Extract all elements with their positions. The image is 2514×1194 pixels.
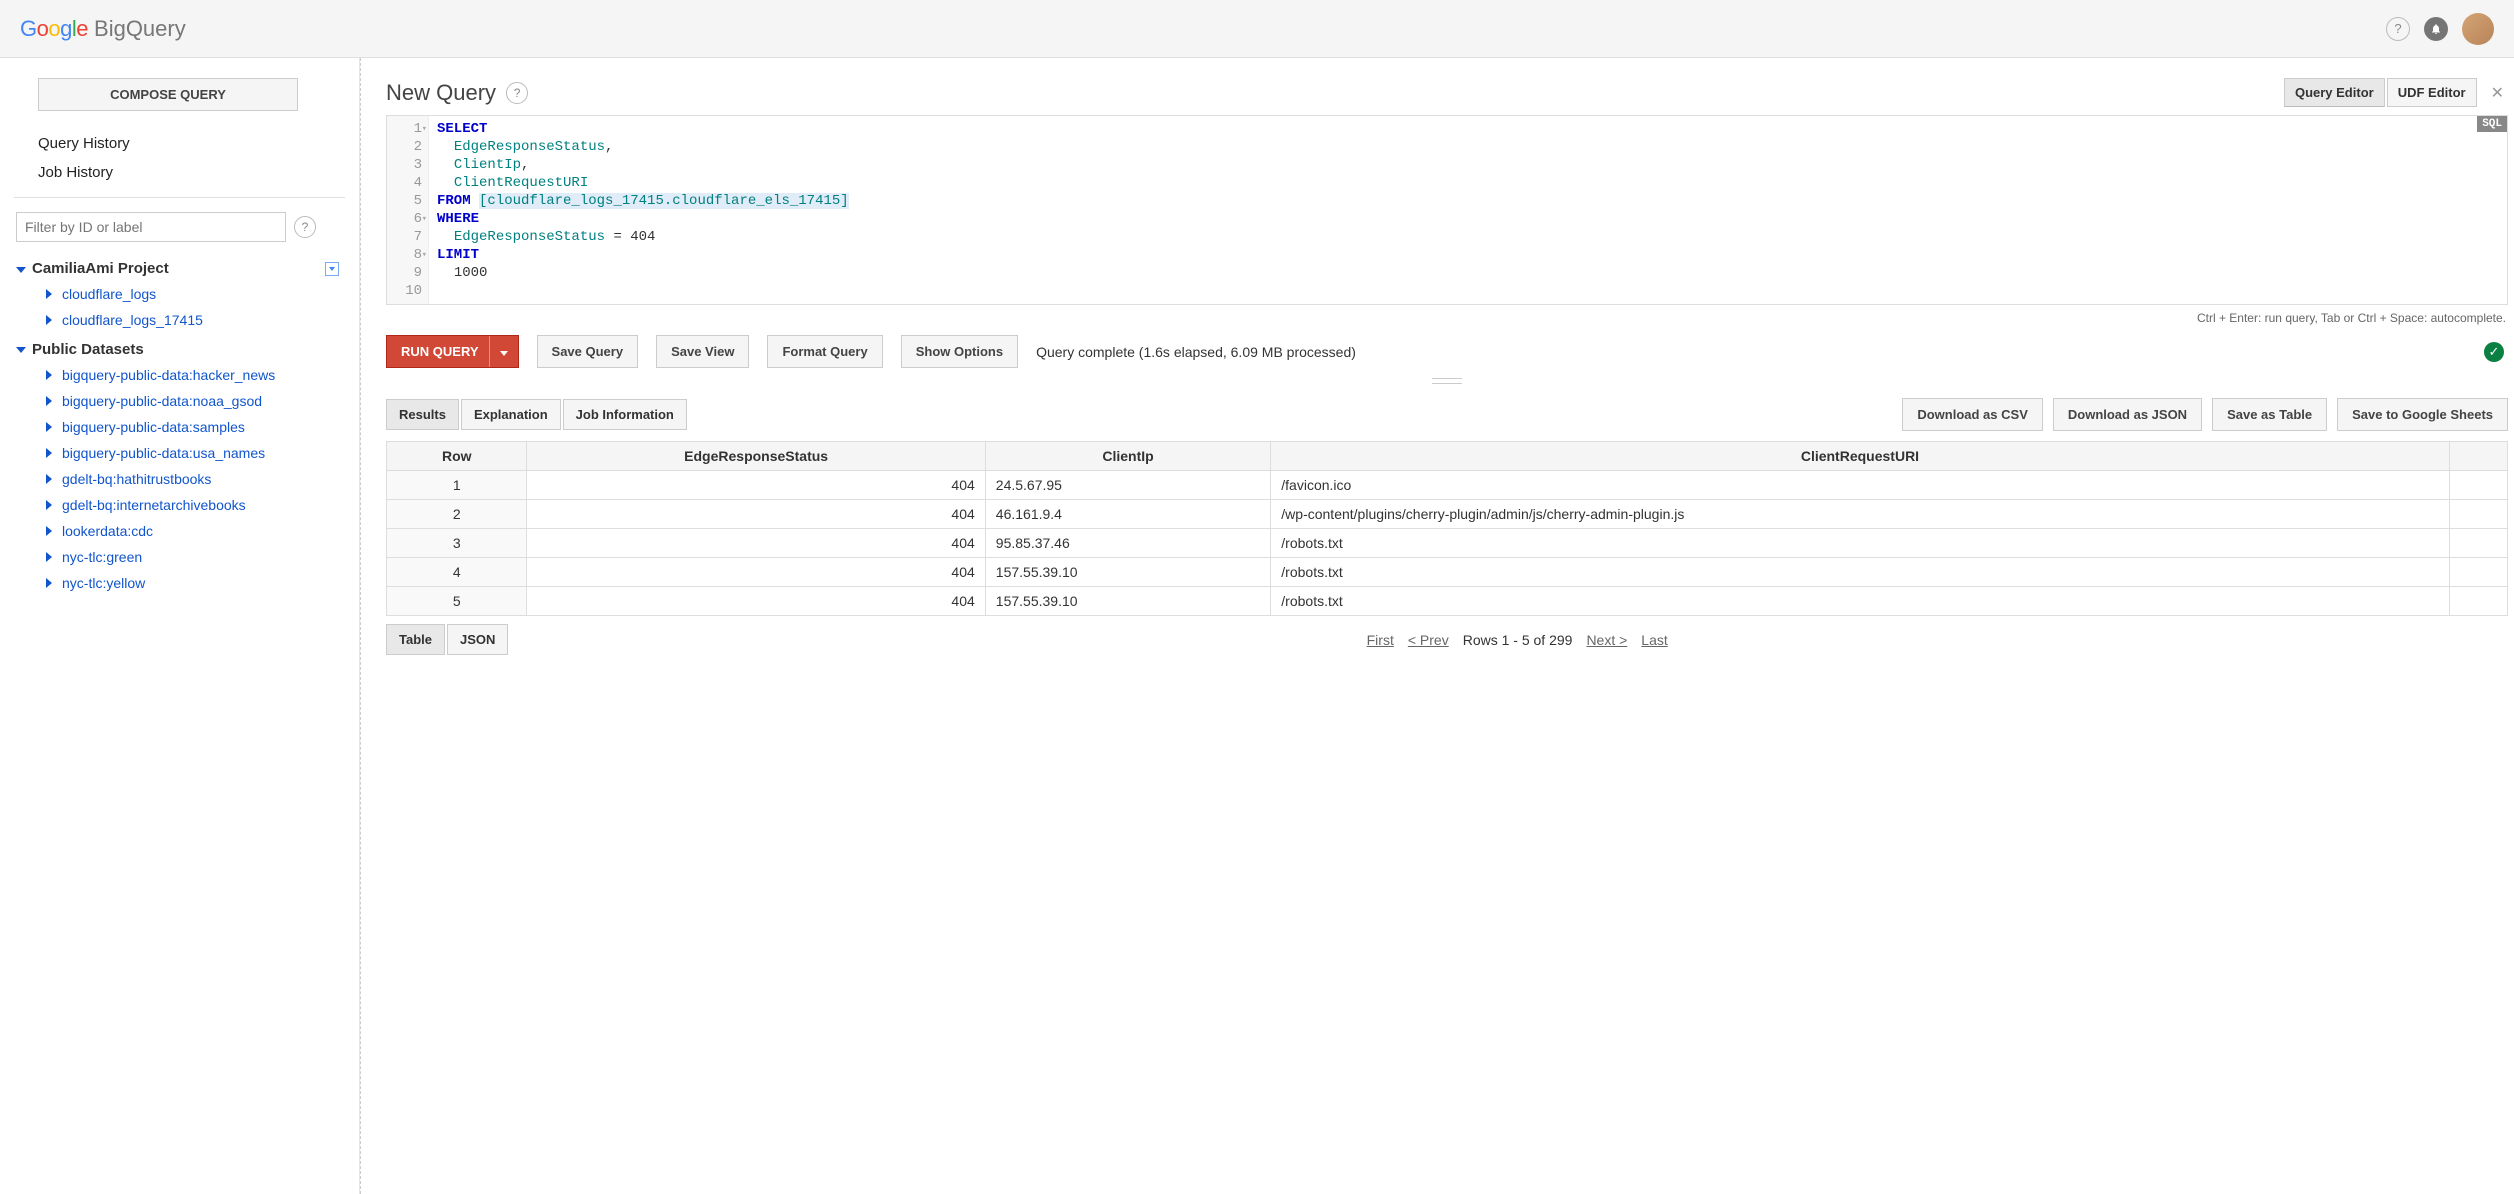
dataset-item[interactable]: lookerdata:cdc: [14, 518, 345, 544]
pager-tab-json[interactable]: JSON: [447, 624, 508, 655]
run-dropdown-icon[interactable]: [489, 336, 518, 367]
save-view-button[interactable]: Save View: [656, 335, 749, 368]
save-query-button[interactable]: Save Query: [537, 335, 639, 368]
save-as-table-button[interactable]: Save as Table: [2212, 398, 2327, 431]
caret-right-icon: [46, 500, 52, 510]
pager-tab-table[interactable]: Table: [386, 624, 445, 655]
column-header: ClientIp: [985, 442, 1271, 471]
app-header: Google BigQuery ?: [0, 0, 2514, 58]
column-header: EdgeResponseStatus: [527, 442, 985, 471]
table-row: 240446.161.9.4/wp-content/plugins/cherry…: [387, 500, 2508, 529]
query-status: Query complete (1.6s elapsed, 6.09 MB pr…: [1036, 344, 1356, 360]
notifications-icon[interactable]: [2424, 17, 2448, 41]
panel-resize-handle[interactable]: [386, 376, 2508, 386]
query-title: New Query: [386, 80, 496, 106]
filter-help-icon[interactable]: ?: [294, 216, 316, 238]
dataset-item[interactable]: nyc-tlc:yellow: [14, 570, 345, 596]
pager-last[interactable]: Last: [1641, 632, 1667, 648]
check-icon: ✓: [2484, 342, 2504, 362]
sidebar-query-history[interactable]: Query History: [14, 129, 345, 158]
caret-right-icon: [46, 578, 52, 588]
table-row: 5404157.55.39.10/robots.txt: [387, 587, 2508, 616]
public-datasets-header[interactable]: Public Datasets: [14, 333, 345, 362]
dataset-item[interactable]: cloudflare_logs: [14, 281, 345, 307]
dataset-item[interactable]: bigquery-public-data:usa_names: [14, 440, 345, 466]
project-menu-icon[interactable]: [325, 262, 339, 276]
dataset-item[interactable]: bigquery-public-data:noaa_gsod: [14, 388, 345, 414]
editor-hint: Ctrl + Enter: run query, Tab or Ctrl + S…: [386, 311, 2506, 325]
editor-gutter: 1▾ 2 3 4 5 6▾ 7 8▾ 9 10: [387, 116, 429, 304]
dataset-item[interactable]: gdelt-bq:internetarchivebooks: [14, 492, 345, 518]
caret-right-icon: [46, 289, 52, 299]
logo-product: BigQuery: [94, 16, 186, 42]
tab-job-information[interactable]: Job Information: [563, 399, 687, 430]
project-header[interactable]: CamiliaAmi Project: [14, 256, 345, 281]
caret-right-icon: [46, 448, 52, 458]
save-to-sheets-button[interactable]: Save to Google Sheets: [2337, 398, 2508, 431]
dataset-item[interactable]: gdelt-bq:hathitrustbooks: [14, 466, 345, 492]
caret-down-icon: [16, 347, 26, 353]
sidebar: COMPOSE QUERY Query History Job History …: [0, 58, 360, 1194]
run-query-button[interactable]: RUN QUERY: [386, 335, 519, 368]
caret-right-icon: [46, 474, 52, 484]
query-help-icon[interactable]: ?: [506, 82, 528, 104]
sql-editor[interactable]: 1▾ 2 3 4 5 6▾ 7 8▾ 9 10 SELECT EdgeRespo…: [386, 115, 2508, 305]
column-header: ClientRequestURI: [1271, 442, 2449, 471]
editor-code[interactable]: SELECT EdgeResponseStatus, ClientIp, Cli…: [429, 116, 857, 304]
download-json-button[interactable]: Download as JSON: [2053, 398, 2202, 431]
tab-explanation[interactable]: Explanation: [461, 399, 561, 430]
tab-results[interactable]: Results: [386, 399, 459, 430]
table-row: 140424.5.67.95/favicon.ico: [387, 471, 2508, 500]
avatar[interactable]: [2462, 13, 2494, 45]
caret-right-icon: [46, 526, 52, 536]
dataset-item[interactable]: nyc-tlc:green: [14, 544, 345, 570]
column-header: Row: [387, 442, 527, 471]
help-icon[interactable]: ?: [2386, 17, 2410, 41]
tab-udf-editor[interactable]: UDF Editor: [2387, 78, 2477, 107]
main-content: New Query ? Query Editor UDF Editor ✕ 1▾…: [366, 58, 2514, 1194]
table-row: 4404157.55.39.10/robots.txt: [387, 558, 2508, 587]
format-query-button[interactable]: Format Query: [767, 335, 882, 368]
tab-query-editor[interactable]: Query Editor: [2284, 78, 2385, 107]
pager-prev[interactable]: < Prev: [1408, 632, 1449, 648]
pager-next[interactable]: Next >: [1586, 632, 1627, 648]
caret-right-icon: [46, 396, 52, 406]
project-name: CamiliaAmi Project: [32, 260, 169, 277]
sql-badge[interactable]: SQL: [2477, 116, 2507, 132]
caret-right-icon: [46, 315, 52, 325]
close-icon[interactable]: ✕: [2487, 83, 2508, 103]
dataset-item[interactable]: cloudflare_logs_17415: [14, 307, 345, 333]
download-csv-button[interactable]: Download as CSV: [1902, 398, 2043, 431]
results-table: RowEdgeResponseStatusClientIpClientReque…: [386, 441, 2508, 616]
filter-input[interactable]: [16, 212, 286, 242]
show-options-button[interactable]: Show Options: [901, 335, 1018, 368]
dataset-item[interactable]: bigquery-public-data:hacker_news: [14, 362, 345, 388]
caret-down-icon: [16, 267, 26, 273]
caret-right-icon: [46, 370, 52, 380]
table-row: 340495.85.37.46/robots.txt: [387, 529, 2508, 558]
pager-range: Rows 1 - 5 of 299: [1463, 632, 1573, 648]
caret-right-icon: [46, 552, 52, 562]
compose-query-button[interactable]: COMPOSE QUERY: [38, 78, 298, 111]
logo: Google BigQuery: [20, 16, 186, 42]
pager-first[interactable]: First: [1367, 632, 1394, 648]
caret-right-icon: [46, 422, 52, 432]
dataset-item[interactable]: bigquery-public-data:samples: [14, 414, 345, 440]
sidebar-job-history[interactable]: Job History: [14, 158, 345, 187]
